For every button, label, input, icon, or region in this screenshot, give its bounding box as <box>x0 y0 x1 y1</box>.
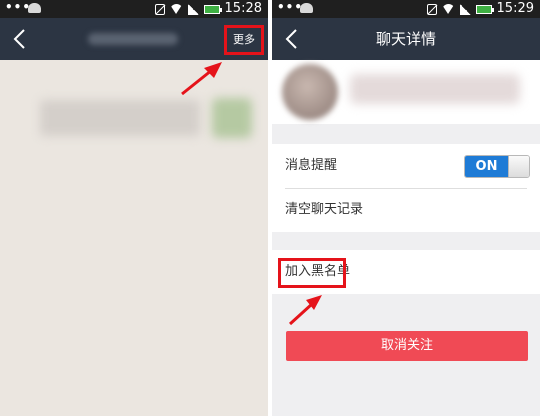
clear-history-label: 清空聊天记录 <box>285 202 364 217</box>
blurred-message <box>40 100 200 136</box>
blurred-avatar <box>212 98 252 138</box>
android-icon <box>28 3 41 13</box>
blurred-chat-title <box>88 33 178 45</box>
toggle-on-label: ON <box>465 156 508 177</box>
clear-history-row[interactable]: 清空聊天记录 <box>272 188 540 232</box>
avatar <box>282 64 338 120</box>
status-bar: ••• 15:29 <box>272 0 540 18</box>
toggle-knob <box>508 156 529 177</box>
unfollow-button[interactable]: 取消关注 <box>286 331 528 361</box>
status-time: 15:29 <box>496 1 534 16</box>
left-screen: ••• 15:28 更多 <box>0 0 268 416</box>
battery-icon <box>203 4 222 14</box>
notify-toggle[interactable]: ON <box>464 155 530 178</box>
signal-icon <box>187 3 199 15</box>
settings-group: 消息提醒 ON 清空聊天记录 <box>272 144 540 232</box>
nav-bar: 更多 <box>0 18 268 60</box>
android-icon <box>300 3 313 13</box>
signal-icon <box>459 3 471 15</box>
mute-icon <box>154 3 165 15</box>
blurred-profile-name <box>350 74 520 104</box>
status-bar: ••• 15:28 <box>0 0 268 18</box>
status-time: 15:28 <box>224 1 262 16</box>
profile-card[interactable] <box>272 60 540 124</box>
red-arrow-icon <box>288 295 322 326</box>
red-arrow-icon <box>181 62 222 96</box>
nav-bar: 聊天详情 <box>272 18 540 60</box>
notify-label: 消息提醒 <box>285 158 338 173</box>
blacklist-highlight-box <box>278 258 346 288</box>
wifi-icon <box>441 4 455 14</box>
back-icon[interactable] <box>10 28 30 50</box>
wifi-icon <box>169 4 183 14</box>
page-title: 聊天详情 <box>375 30 436 48</box>
battery-icon <box>475 4 494 14</box>
notify-row: 消息提醒 ON <box>272 144 540 188</box>
right-screen: ••• 15:29 聊天详情 消息提醒 ON 清空聊天记录 加入黑名单 取消关注 <box>272 0 540 416</box>
more-button[interactable]: 更多 <box>224 25 264 55</box>
mute-icon <box>426 3 437 15</box>
